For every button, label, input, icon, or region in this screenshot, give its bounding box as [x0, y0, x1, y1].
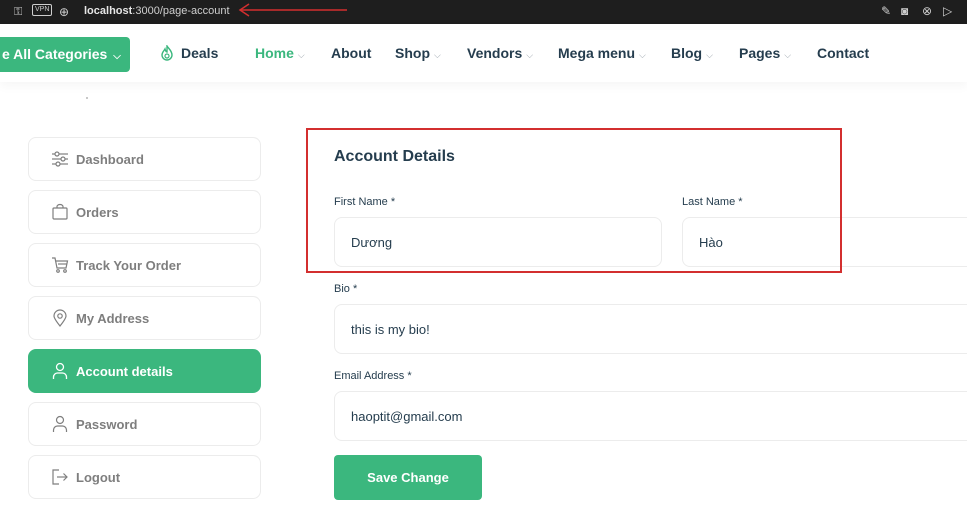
browse-categories-button[interactable]: e All Categories ⌵: [0, 37, 130, 72]
chevron-down-icon: ⌵: [434, 50, 441, 60]
nav-shop-label: Shop: [395, 45, 430, 61]
shield-icon[interactable]: ⊗: [922, 2, 932, 20]
nav-shop[interactable]: Shop ⌵: [395, 24, 441, 84]
nav-home-label: Home: [255, 45, 294, 61]
nav-deals[interactable]: Deals: [159, 24, 218, 82]
nav-deals-label: Deals: [181, 45, 219, 61]
camera-icon[interactable]: ◙: [901, 2, 908, 20]
send-icon[interactable]: ▷: [943, 2, 952, 20]
nav-blog-label: Blog: [671, 45, 703, 61]
nav-contact[interactable]: Contact: [817, 24, 869, 82]
email-field[interactable]: [334, 391, 967, 441]
url-host: localhost: [84, 5, 133, 17]
address-bar[interactable]: localhost:3000/page-account: [84, 0, 230, 22]
annotation-arrow-icon: [238, 3, 347, 17]
key-icon[interactable]: ⚿: [14, 3, 22, 21]
nav-vendors[interactable]: Vendors ⌵: [467, 24, 533, 84]
chevron-down-icon: ⌵: [706, 50, 713, 60]
sidebar-item-label: Password: [76, 417, 138, 432]
sidebar-item-track-your-order[interactable]: Track Your Order: [28, 243, 261, 287]
globe-icon: ⊕: [59, 5, 70, 19]
page-title: Account Details: [334, 148, 455, 165]
vpn-badge[interactable]: VPN: [32, 4, 53, 16]
nav-about[interactable]: About: [331, 24, 371, 82]
nav-vendors-label: Vendors: [467, 45, 523, 61]
nav-blog[interactable]: Blog ⌵: [671, 24, 713, 84]
shopping-bag-icon: [52, 203, 68, 220]
nav-home[interactable]: Home ⌵: [255, 24, 305, 84]
sidebar-item-dashboard[interactable]: Dashboard: [28, 137, 261, 181]
sidebar-item-password[interactable]: Password: [28, 402, 261, 446]
first-name-label: First Name *: [334, 196, 396, 208]
chevron-down-icon: ⌵: [784, 50, 792, 60]
user-icon: [52, 415, 68, 432]
sidebar-item-label: Account details: [76, 364, 173, 379]
edit-icon[interactable]: ✎: [881, 2, 891, 20]
chevron-down-icon: ⌵: [297, 50, 305, 60]
last-name-field[interactable]: [682, 217, 967, 267]
sidebar-item-label: Dashboard: [76, 152, 144, 167]
main-nav: e All Categories ⌵ Deals Home ⌵ About Shop…: [0, 24, 967, 82]
nav-about-label: About: [331, 45, 372, 61]
bio-label: Bio *: [334, 283, 358, 295]
sidebar-item-account-details[interactable]: Account details: [28, 349, 261, 393]
browser-toolbar: ⚿ VPN ⊕ localhost:3000/page-account ✎ ◙ …: [0, 0, 967, 24]
chevron-down-icon: ⌵: [639, 50, 646, 60]
chevron-down-icon: ⌵: [526, 50, 534, 60]
chevron-down-icon: ⌵: [113, 51, 121, 62]
last-name-label: Last Name *: [682, 196, 743, 208]
breadcrumb-dot: [86, 97, 88, 99]
sidebar-item-label: My Address: [76, 311, 150, 326]
location-pin-icon: [53, 309, 67, 327]
sidebar-item-my-address[interactable]: My Address: [28, 296, 261, 340]
nav-pages[interactable]: Pages ⌵: [739, 24, 791, 84]
url-path: :3000/page-account: [132, 5, 230, 17]
first-name-field[interactable]: [334, 217, 662, 267]
sidebar-item-orders[interactable]: Orders: [28, 190, 261, 234]
user-icon: [52, 362, 68, 379]
bio-field[interactable]: [334, 304, 967, 354]
nav-pages-label: Pages: [739, 45, 781, 61]
sidebar-item-label: Track Your Order: [76, 258, 182, 273]
sign-out-icon: [52, 469, 68, 485]
save-change-button[interactable]: Save Change: [334, 455, 482, 500]
sidebar-item-logout[interactable]: Logout: [28, 455, 261, 499]
fire-icon: [161, 45, 173, 61]
sidebar-item-label: Logout: [76, 470, 121, 485]
nav-contact-label: Contact: [817, 45, 870, 61]
email-label: Email Address *: [334, 370, 412, 382]
sidebar-item-label: Orders: [76, 205, 119, 220]
nav-mega-menu[interactable]: Mega menu ⌵: [558, 24, 646, 84]
cart-icon: [52, 257, 69, 273]
categories-label: e All Categories: [2, 46, 108, 62]
nav-mega-menu-label: Mega menu: [558, 45, 636, 61]
sliders-icon: [52, 151, 68, 167]
